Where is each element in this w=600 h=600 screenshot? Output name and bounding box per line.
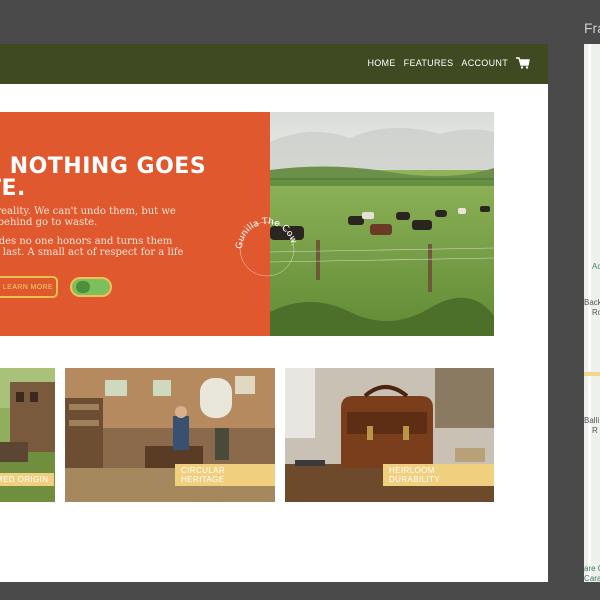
card-heirloom-durability-label: HEIRLOOM DURABILITY xyxy=(383,464,494,486)
hero-paragraph-2: e hides no one honors and turns them d t… xyxy=(0,236,200,258)
hero-title-line-1: E NOTHING GOES xyxy=(0,154,207,179)
toggle-knob xyxy=(76,281,90,293)
hero-image-cows-pasture xyxy=(270,112,494,336)
hero-paragraph-2-line-1: e hides no one honors and turns them xyxy=(0,236,173,247)
map-label-ro: Ro xyxy=(592,308,600,317)
gunilla-stamp: Gunilla The Cow. xyxy=(235,217,299,277)
nav-features[interactable]: FEATURES xyxy=(404,58,454,68)
stamp-text: Gunilla The Cow. xyxy=(235,217,299,250)
nav-account[interactable]: ACCOUNT xyxy=(461,58,508,68)
map-label-ac: Ac xyxy=(592,262,600,271)
hero-title: E NOTHING GOES TE. xyxy=(0,156,270,200)
card-circular-heritage-label: CIRCULAR HERITAGE xyxy=(175,464,275,486)
feature-cards: MED ORIGIN CIRCULAR HERITAGE HEIRLOOM DU… xyxy=(0,368,494,504)
hero-paragraph-1-line-2: we behind go to waste. xyxy=(0,217,98,228)
map-label-carav: Carav xyxy=(584,574,600,582)
pasture-illustration xyxy=(270,112,494,336)
hero-paragraph-1-line-1: tal reality. We can't undo them, but we xyxy=(0,206,176,217)
hero-title-line-2: TE. xyxy=(0,176,26,201)
map-panel[interactable]: Ac Back Ro Balli R are C Carav xyxy=(584,44,600,582)
card-heirloom-durability[interactable]: HEIRLOOM DURABILITY xyxy=(285,368,494,502)
learn-more-button[interactable]: LEARN MORE xyxy=(0,276,58,298)
map-label-back: Back xyxy=(584,298,600,307)
top-navigation: HOME FEATURES ACCOUNT xyxy=(0,44,548,84)
nav-home[interactable]: HOME xyxy=(367,58,395,68)
card-origin[interactable]: MED ORIGIN xyxy=(0,368,55,502)
map-label-are: are C xyxy=(584,564,600,573)
hero-section: E NOTHING GOES TE. tal reality. We can't… xyxy=(0,112,494,336)
svg-text:Gunilla The Cow.: Gunilla The Cow. xyxy=(235,217,299,250)
toggle-switch[interactable] xyxy=(70,277,112,297)
card-origin-label: MED ORIGIN xyxy=(0,473,55,486)
hero-paragraph-2-line-2: d to last. A small act of respect for a … xyxy=(0,247,184,258)
cart-icon[interactable] xyxy=(516,57,530,69)
map-label-balli: Balli xyxy=(584,416,600,425)
hero-paragraph-1: tal reality. We can't undo them, but we … xyxy=(0,206,200,228)
page-preview: HOME FEATURES ACCOUNT E NOTHING GOES TE.… xyxy=(0,44,548,582)
side-panel-title: Fra xyxy=(584,20,600,36)
card-circular-heritage[interactable]: CIRCULAR HERITAGE xyxy=(65,368,275,502)
nav-links: HOME FEATURES ACCOUNT xyxy=(367,57,530,69)
map-label-r: R xyxy=(592,426,598,435)
hero-text-panel: E NOTHING GOES TE. tal reality. We can't… xyxy=(0,112,270,336)
